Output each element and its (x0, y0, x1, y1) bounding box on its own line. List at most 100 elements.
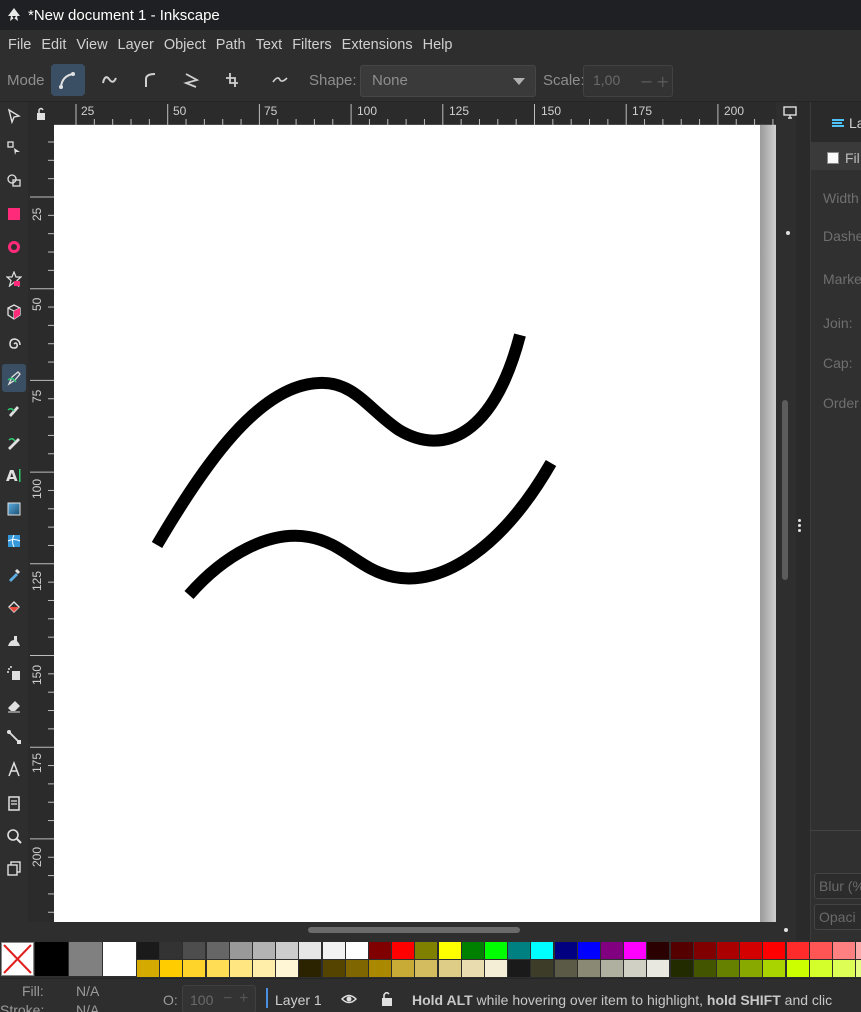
opacity-input[interactable]: Opaci (814, 904, 861, 930)
opacity-spinbox[interactable]: 100 − + (182, 985, 256, 1012)
palette-swatch[interactable] (345, 942, 368, 959)
palette-swatch[interactable] (229, 960, 252, 977)
horizontal-scrollbar-thumb[interactable] (308, 927, 520, 933)
scale-increment-button[interactable]: + (656, 72, 669, 91)
pages-overview-tool[interactable] (2, 854, 26, 882)
palette-swatch[interactable] (183, 942, 206, 959)
bezier-mode-button[interactable] (51, 64, 85, 96)
dropper-tool[interactable] (2, 561, 26, 589)
palette-swatch[interactable] (461, 960, 484, 977)
palette-swatch[interactable] (531, 942, 554, 959)
palette-swatch[interactable] (392, 942, 415, 959)
measure-tool[interactable] (2, 755, 26, 783)
pencil-tool[interactable] (2, 396, 26, 424)
ellipse-tool[interactable] (2, 233, 26, 261)
menu-file[interactable]: File (4, 37, 35, 53)
node-tool[interactable] (2, 134, 26, 162)
palette-swatch[interactable] (160, 942, 183, 959)
menu-edit[interactable]: Edit (37, 37, 70, 53)
palette-swatch[interactable] (137, 942, 159, 959)
horizontal-ruler[interactable]: 25 50 75 100 125 150 175 200 (54, 102, 776, 125)
palette-swatch[interactable] (183, 960, 206, 977)
drawing-canvas[interactable] (54, 125, 776, 922)
palette-swatch[interactable] (137, 960, 159, 977)
palette-swatch[interactable] (369, 960, 391, 977)
palette-swatch[interactable] (299, 942, 322, 959)
palette-swatch[interactable] (601, 942, 623, 959)
palette-swatch[interactable] (206, 942, 229, 959)
palette-swatch[interactable] (786, 960, 809, 977)
palette-swatch[interactable] (647, 942, 670, 959)
spiral-tool[interactable] (2, 330, 26, 358)
palette-swatch[interactable] (809, 942, 832, 959)
palette-swatch[interactable] (554, 960, 577, 977)
3d-box-tool[interactable] (2, 298, 26, 326)
scale-input[interactable]: 1,00 − + (583, 65, 673, 97)
vertical-scrollbar[interactable] (776, 125, 796, 922)
menu-text[interactable]: Text (252, 37, 287, 53)
zoom-tool[interactable] (2, 822, 26, 850)
palette-swatch[interactable] (229, 942, 252, 959)
palette-swatch[interactable] (577, 942, 600, 959)
palette-swatch[interactable] (856, 960, 861, 977)
palette-swatch[interactable] (717, 942, 739, 959)
palette-swatch[interactable] (508, 960, 531, 977)
palette-swatch[interactable] (160, 960, 183, 977)
connector-tool[interactable] (2, 723, 26, 751)
palette-swatch[interactable] (253, 942, 275, 959)
palette-swatch[interactable] (624, 960, 647, 977)
palette-swatch[interactable] (717, 960, 739, 977)
rectangle-tool[interactable] (2, 200, 26, 228)
blur-input[interactable]: Blur (% (814, 873, 861, 899)
shape-builder-tool[interactable] (2, 166, 26, 194)
palette-swatch[interactable] (856, 942, 861, 959)
lower-wave-path[interactable] (184, 460, 557, 599)
calligraphy-tool[interactable] (2, 428, 26, 456)
palette-swatch[interactable] (786, 942, 809, 959)
palette-swatch[interactable] (577, 960, 600, 977)
palette-swatch[interactable] (345, 960, 368, 977)
palette-swatch[interactable] (438, 960, 461, 977)
palette-swatch-black[interactable] (35, 942, 68, 976)
palette-swatch[interactable] (647, 960, 670, 977)
shape-select[interactable]: None (360, 65, 536, 97)
menu-layer[interactable]: Layer (114, 37, 158, 53)
paraxial-mode-button[interactable] (216, 64, 250, 96)
palette-swatch[interactable] (763, 942, 786, 959)
menu-object[interactable]: Object (160, 37, 210, 53)
palette-swatch[interactable] (531, 960, 554, 977)
palette-swatch[interactable] (601, 960, 623, 977)
palette-swatch[interactable] (485, 960, 507, 977)
palette-swatch[interactable] (833, 960, 855, 977)
palette-swatch[interactable] (415, 960, 438, 977)
palette-swatch[interactable] (276, 942, 299, 959)
menu-extensions[interactable]: Extensions (338, 37, 417, 53)
menu-view[interactable]: View (72, 37, 111, 53)
palette-swatch-gray[interactable] (69, 942, 102, 976)
palette-swatch[interactable] (693, 960, 716, 977)
palette-swatch[interactable] (322, 942, 345, 959)
path-options-button[interactable] (263, 64, 297, 96)
paint-bucket-tool[interactable] (2, 593, 26, 621)
no-paint-swatch[interactable] (1, 942, 34, 976)
palette-swatch[interactable] (740, 960, 763, 977)
vertical-ruler[interactable]: 25 50 75 100 125 150 175 200 (28, 125, 54, 922)
spray-tool[interactable] (2, 659, 26, 687)
dock-handle-dots-icon[interactable] (798, 519, 801, 532)
current-layer-name[interactable]: Layer 1 (275, 992, 322, 1008)
palette-swatch[interactable] (693, 942, 716, 959)
palette-swatch[interactable] (369, 942, 391, 959)
fill-checkbox[interactable] (827, 152, 839, 164)
palette-swatch[interactable] (809, 960, 832, 977)
palette-swatch-white[interactable] (103, 942, 136, 976)
palette-swatch[interactable] (485, 942, 507, 959)
palette-swatch[interactable] (438, 942, 461, 959)
tweak-tool[interactable] (2, 627, 26, 655)
zigzag-mode-button[interactable] (175, 64, 209, 96)
pen-tool[interactable] (2, 364, 26, 392)
opacity-increment-button[interactable]: + (239, 990, 248, 1008)
monitor-icon[interactable] (782, 106, 798, 120)
palette-swatch[interactable] (763, 960, 786, 977)
gradient-tool[interactable] (2, 495, 26, 523)
vertical-scrollbar-thumb[interactable] (782, 400, 788, 580)
